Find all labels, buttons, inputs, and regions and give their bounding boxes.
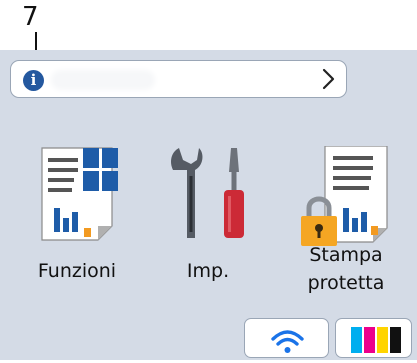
wifi-button[interactable] xyxy=(244,318,329,358)
wifi-icon xyxy=(271,330,304,353)
settings-tools-icon xyxy=(171,148,244,238)
functions-icon xyxy=(41,147,118,241)
secure-print-label-line2: protetta xyxy=(307,272,385,294)
info-icon: i xyxy=(23,70,44,91)
toner-icon xyxy=(351,327,401,353)
secure-print-icon xyxy=(301,146,388,246)
secure-print-label-line1: Stampa xyxy=(309,244,383,266)
functions-label: Funzioni xyxy=(37,260,117,282)
settings-tile[interactable]: Imp. xyxy=(153,146,263,296)
functions-tile[interactable]: Funzioni xyxy=(22,146,132,296)
chevron-right-icon xyxy=(322,68,335,90)
toner-button[interactable] xyxy=(335,318,412,358)
home-screen: i Funzioni Imp. Stampa protetta xyxy=(0,50,417,360)
settings-label: Imp. xyxy=(186,260,230,282)
info-message xyxy=(55,74,151,86)
callout-number: 7 xyxy=(22,2,39,32)
information-bar[interactable]: i xyxy=(10,60,347,98)
secure-print-tile[interactable]: Stampa protetta xyxy=(291,146,401,296)
